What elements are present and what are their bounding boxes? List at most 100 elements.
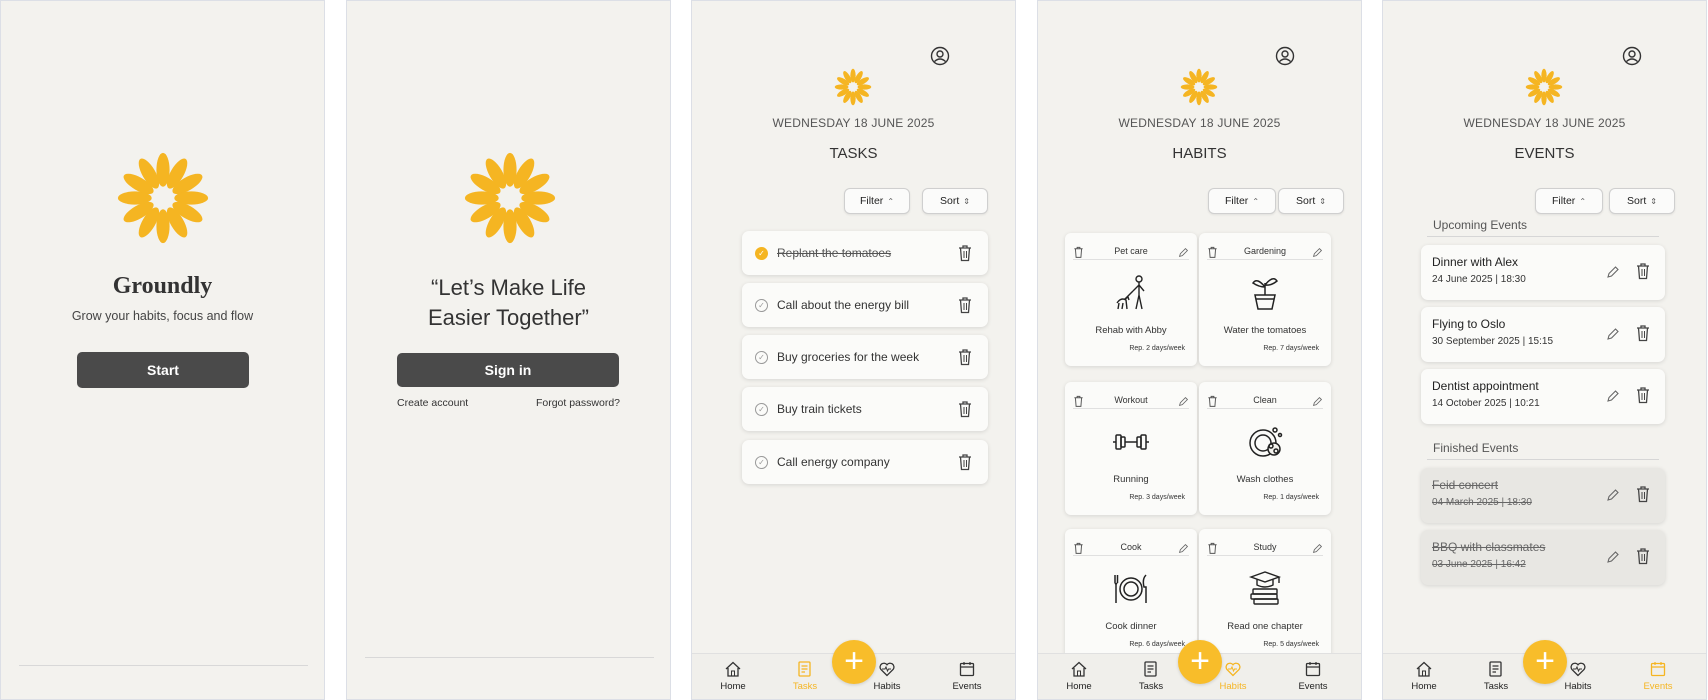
pencil-icon[interactable] xyxy=(1606,389,1620,403)
plate-cutlery-icon xyxy=(1111,569,1151,609)
trash-icon[interactable] xyxy=(1073,245,1084,258)
sort-button[interactable]: Sort ⇕ xyxy=(1278,188,1344,214)
home-icon xyxy=(724,660,742,678)
heart-pulse-icon xyxy=(1224,660,1242,678)
profile-icon[interactable] xyxy=(1622,46,1642,66)
events-screen: WEDNESDAY 18 JUNE 2025 EVENTS Filter ⌃ So… xyxy=(1382,0,1707,700)
pencil-icon[interactable] xyxy=(1312,394,1323,407)
dog-walk-icon xyxy=(1111,273,1151,313)
task-item[interactable]: ✓ Buy groceries for the week xyxy=(742,335,988,379)
nav-tasks-label: Tasks xyxy=(1138,681,1164,692)
nav-habits-label: Habits xyxy=(1219,681,1247,692)
potted-plant-icon xyxy=(1245,273,1285,313)
event-date: 04 March 2025 | 18:30 xyxy=(1432,497,1532,508)
nav-events[interactable]: Events xyxy=(1633,660,1683,692)
app-name: Groundly xyxy=(112,273,213,299)
habit-repetition: Rep. 5 days/week xyxy=(1263,641,1319,648)
event-card-finished[interactable]: Feid concert 04 March 2025 | 18:30 xyxy=(1421,468,1665,523)
nav-tasks[interactable]: Tasks xyxy=(1471,660,1521,692)
nav-habits[interactable]: Habits xyxy=(1208,660,1258,692)
habit-name: Wash clothes xyxy=(1236,474,1294,485)
profile-icon[interactable] xyxy=(930,46,950,66)
bottom-nav: Home Tasks + Habits Events xyxy=(1038,640,1361,699)
nav-home[interactable]: Home xyxy=(1054,660,1104,692)
sort-arrows-icon: ⇕ xyxy=(1319,196,1326,206)
sort-button[interactable]: Sort ⇕ xyxy=(1609,188,1675,214)
trash-icon[interactable] xyxy=(1635,262,1651,280)
trash-icon[interactable] xyxy=(957,296,973,314)
trash-icon[interactable] xyxy=(1207,541,1218,554)
nav-tasks[interactable]: Tasks xyxy=(1126,660,1176,692)
habit-card-header: Workout xyxy=(1073,392,1189,409)
trash-icon[interactable] xyxy=(1073,541,1084,554)
habit-card[interactable]: Workout Running Rep. 3 days/week xyxy=(1065,382,1197,515)
event-date: 24 June 2025 | 18:30 xyxy=(1432,274,1526,285)
nav-habits-label: Habits xyxy=(1564,681,1592,692)
pencil-icon[interactable] xyxy=(1606,550,1620,564)
nav-habits[interactable]: Habits xyxy=(1553,660,1603,692)
trash-icon[interactable] xyxy=(957,453,973,471)
filter-button[interactable]: Filter ⌃ xyxy=(1208,188,1276,214)
trash-icon[interactable] xyxy=(1207,245,1218,258)
check-circle-icon[interactable]: ✓ xyxy=(755,298,768,312)
forgot-password-link[interactable]: Forgot password? xyxy=(536,397,620,409)
nav-home[interactable]: Home xyxy=(708,660,758,692)
pencil-icon[interactable] xyxy=(1606,488,1620,502)
page-title: EVENTS xyxy=(1514,145,1575,162)
event-card[interactable]: Dinner with Alex 24 June 2025 | 18:30 xyxy=(1421,245,1665,300)
filter-button[interactable]: Filter ⌃ xyxy=(1535,188,1603,214)
nav-events[interactable]: Events xyxy=(942,660,992,692)
trash-icon[interactable] xyxy=(1635,547,1651,565)
pencil-icon[interactable] xyxy=(1606,327,1620,341)
trash-icon[interactable] xyxy=(1207,394,1218,407)
nav-events-label: Events xyxy=(1298,681,1328,692)
event-card[interactable]: Flying to Oslo 30 September 2025 | 15:15 xyxy=(1421,307,1665,362)
habit-card[interactable]: Pet care Rehab with Abby Rep. 2 days/wee… xyxy=(1065,233,1197,366)
trash-icon[interactable] xyxy=(957,400,973,418)
trash-icon[interactable] xyxy=(1635,386,1651,404)
check-circle-icon[interactable]: ✓ xyxy=(755,350,768,364)
divider xyxy=(19,665,308,666)
tasks-icon xyxy=(1487,660,1505,678)
pencil-icon[interactable] xyxy=(1312,541,1323,554)
calendar-icon xyxy=(958,660,976,678)
pencil-icon[interactable] xyxy=(1312,245,1323,258)
pencil-icon[interactable] xyxy=(1178,541,1189,554)
check-circle-icon[interactable]: ✓ xyxy=(755,455,768,469)
pencil-icon[interactable] xyxy=(1606,265,1620,279)
task-item[interactable]: ✓ Replant the tomatoes xyxy=(742,231,988,275)
pencil-icon[interactable] xyxy=(1178,394,1189,407)
check-done-icon[interactable]: ✓ xyxy=(755,246,768,260)
trash-icon[interactable] xyxy=(957,244,973,262)
sign-in-button[interactable]: Sign in xyxy=(397,353,619,387)
habit-card[interactable]: Cook Cook dinner Rep. 6 days/week xyxy=(1065,529,1197,662)
trash-icon[interactable] xyxy=(957,348,973,366)
home-icon xyxy=(1070,660,1088,678)
task-item[interactable]: ✓ Buy train tickets xyxy=(742,387,988,431)
tasks-icon xyxy=(1142,660,1160,678)
create-account-link[interactable]: Create account xyxy=(397,397,468,409)
profile-icon[interactable] xyxy=(1275,46,1295,66)
start-button[interactable]: Start xyxy=(77,352,249,388)
trash-icon[interactable] xyxy=(1635,324,1651,342)
flower-logo-icon xyxy=(834,68,872,106)
habit-card[interactable]: Clean Wash clothes Rep. 1 days/week xyxy=(1199,382,1331,515)
task-item[interactable]: ✓ Call energy company xyxy=(742,440,988,484)
event-card-finished[interactable]: BBQ with classmates 03 June 2025 | 16:42 xyxy=(1421,530,1665,585)
habit-card[interactable]: Study Read one chapter Rep. 5 days/week xyxy=(1199,529,1331,662)
pencil-icon[interactable] xyxy=(1178,245,1189,258)
trash-icon[interactable] xyxy=(1635,485,1651,503)
event-card[interactable]: Dentist appointment 14 October 2025 | 10… xyxy=(1421,369,1665,424)
check-circle-icon[interactable]: ✓ xyxy=(755,402,768,416)
trash-icon[interactable] xyxy=(1073,394,1084,407)
habit-card[interactable]: Gardening Water the tomatoes Rep. 7 days… xyxy=(1199,233,1331,366)
chevron-up-icon: ⌃ xyxy=(1252,196,1260,206)
filter-button[interactable]: Filter ⌃ xyxy=(844,188,910,214)
nav-tasks[interactable]: Tasks xyxy=(780,660,830,692)
sort-button[interactable]: Sort ⇕ xyxy=(922,188,988,214)
nav-habits[interactable]: Habits xyxy=(862,660,912,692)
nav-home[interactable]: Home xyxy=(1399,660,1449,692)
nav-events[interactable]: Events xyxy=(1288,660,1338,692)
task-item[interactable]: ✓ Call about the energy bill xyxy=(742,283,988,327)
upcoming-events-heading: Upcoming Events xyxy=(1433,218,1528,232)
